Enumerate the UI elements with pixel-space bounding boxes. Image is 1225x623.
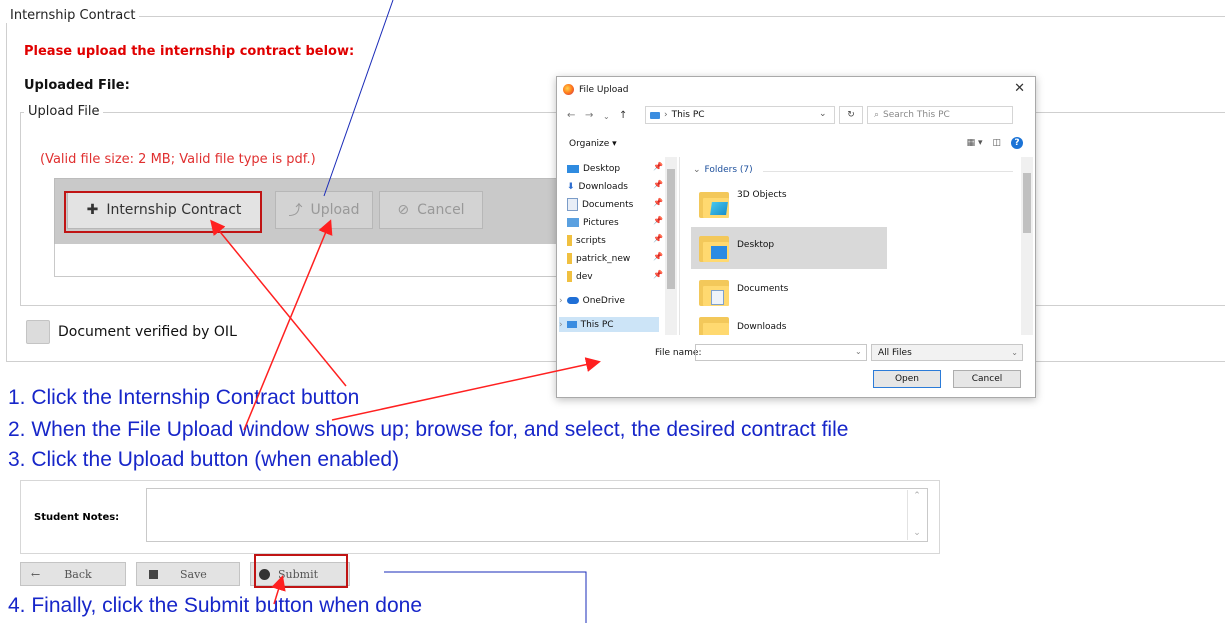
annotation-arrows — [210, 0, 601, 623]
arrow-to-submit-button — [271, 575, 286, 605]
blue-callout-line — [384, 571, 587, 623]
arrow-to-upload-button — [243, 219, 333, 431]
arrow-to-file-dialog — [331, 357, 601, 421]
arrow-to-contract-button — [210, 219, 347, 387]
blue-pointer-line — [323, 0, 394, 197]
